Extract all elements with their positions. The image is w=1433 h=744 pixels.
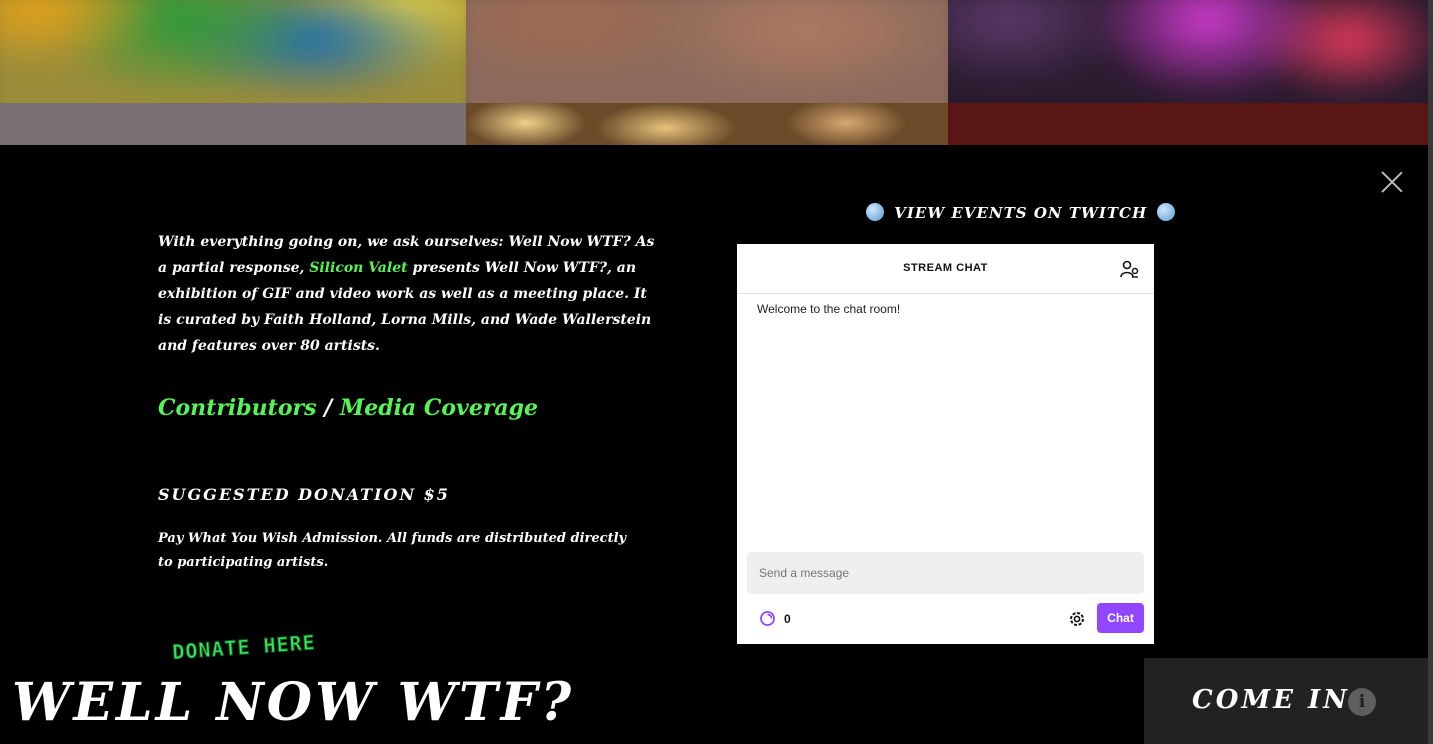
gallery-tile[interactable] — [0, 0, 466, 145]
gallery-tile[interactable] — [466, 0, 948, 145]
donate-button[interactable]: DONATE HERE — [170, 623, 350, 663]
channel-points-count: 0 — [784, 611, 791, 626]
intro-paragraph: With everything going on, we ask ourselv… — [158, 229, 658, 359]
close-icon[interactable] — [1381, 171, 1403, 193]
site-title: WELL NOW WTF? — [12, 672, 575, 733]
contributors-link[interactable]: Contributors — [158, 395, 316, 421]
page-links: Contributors / Media Coverage — [158, 395, 538, 421]
channel-points-button[interactable]: 0 — [759, 610, 791, 627]
twitch-events-link[interactable]: VIEW EVENTS ON TWITCH — [862, 203, 1179, 222]
twitch-link-label[interactable]: VIEW EVENTS ON TWITCH — [894, 204, 1147, 222]
gallery-strip — [0, 0, 1428, 145]
media-coverage-link[interactable]: Media Coverage — [340, 395, 538, 421]
gallery-tile[interactable] — [948, 0, 1428, 145]
chat-message-input[interactable] — [747, 552, 1144, 594]
come-in-label: COME IN — [1192, 685, 1350, 715]
settings-icon[interactable] — [1068, 610, 1086, 628]
info-modal: VIEW EVENTS ON TWITCH With everything go… — [0, 145, 1428, 744]
link-separator: / — [316, 395, 340, 421]
channel-points-icon — [760, 611, 775, 626]
donation-text: Pay What You Wish Admission. All funds a… — [158, 531, 627, 570]
stream-chat-panel: STREAM CHAT Welcome to the chat room! 0 … — [737, 244, 1154, 644]
globe-icon — [866, 203, 884, 221]
scrollbar[interactable] — [1428, 0, 1433, 744]
silicon-valet-link[interactable]: Silicon Valet — [309, 260, 407, 276]
users-icon[interactable] — [1120, 260, 1140, 278]
chat-welcome-message: Welcome to the chat room! — [757, 302, 901, 316]
globe-icon — [1157, 203, 1176, 221]
donation-heading: SUGGESTED DONATION $5 — [158, 485, 450, 504]
chat-title: STREAM CHAT — [903, 262, 988, 274]
come-in-button[interactable]: COME IN i — [1144, 658, 1428, 744]
chat-header: STREAM CHAT — [737, 244, 1154, 294]
info-icon[interactable]: i — [1348, 688, 1376, 716]
donate-button-label: DONATE HERE — [172, 630, 317, 663]
chat-send-button[interactable]: Chat — [1097, 603, 1144, 633]
